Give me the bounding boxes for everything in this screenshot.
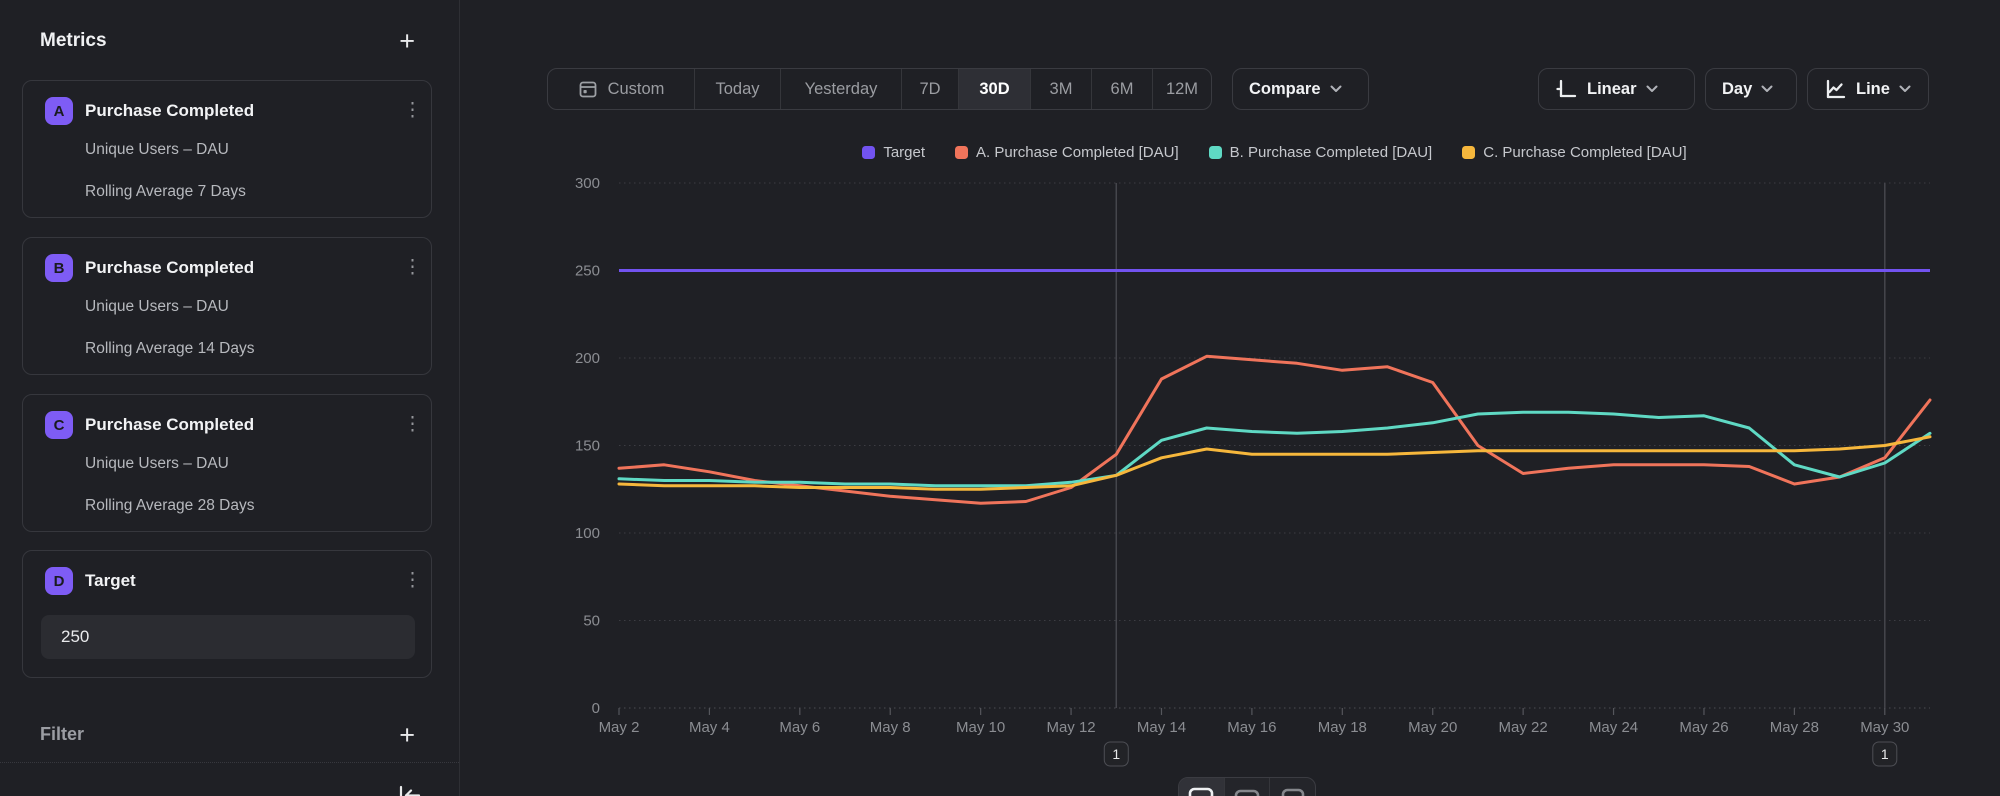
y-axis-tick-label: 200 [575,350,600,367]
x-axis-tick-label: May 18 [1318,719,1367,736]
chart-size-medium-button[interactable] [1224,778,1270,796]
x-axis-tick-label: May 8 [870,719,911,736]
x-axis-tick-label: May 22 [1499,719,1548,736]
x-axis-tick-label: May 26 [1679,719,1728,736]
x-axis-tick-label: May 14 [1137,719,1186,736]
large-frame-icon [1280,787,1306,796]
x-axis-tick-label: May 12 [1046,719,1095,736]
y-axis-tick-label: 250 [575,263,600,280]
series-line-a[interactable] [619,356,1930,503]
annotation-badge-may-30[interactable]: 1 [1873,742,1897,766]
x-axis-tick-label: May 6 [779,719,820,736]
annotation-badge-label: 1 [1881,746,1889,762]
y-axis-tick-label: 150 [575,438,600,455]
x-axis-tick-label: May 20 [1408,719,1457,736]
medium-frame-icon [1234,787,1260,796]
y-axis-tick-label: 300 [575,175,600,192]
annotation-badge-may-13[interactable]: 1 [1104,742,1128,766]
y-axis-tick-label: 100 [575,525,600,542]
series-line-b[interactable] [619,412,1930,486]
small-frame-icon [1188,787,1214,796]
x-axis-tick-label: May 24 [1589,719,1638,736]
line-chart: 0 50 100 150 200 250 300 1 1 May 2 May 4 May 6 May 8… [0,0,2000,796]
x-axis-tick-label: May 28 [1770,719,1819,736]
chart-size-toggle [1178,777,1316,796]
app-root: Metrics + APurchase Completed⋮Unique Use… [0,0,2000,796]
y-axis-tick-label: 50 [583,613,600,630]
chart-size-small-button[interactable] [1179,778,1224,796]
annotation-badge-label: 1 [1112,746,1120,762]
x-axis-tick-label: May 16 [1227,719,1276,736]
y-axis-tick-label: 0 [592,700,600,717]
x-axis-tick-label: May 10 [956,719,1005,736]
x-axis-tick-label: May 30 [1860,719,1909,736]
x-axis-tick-label: May 4 [689,719,730,736]
large-frame-button[interactable] [1269,778,1315,796]
x-axis-tick-label: May 2 [599,719,640,736]
